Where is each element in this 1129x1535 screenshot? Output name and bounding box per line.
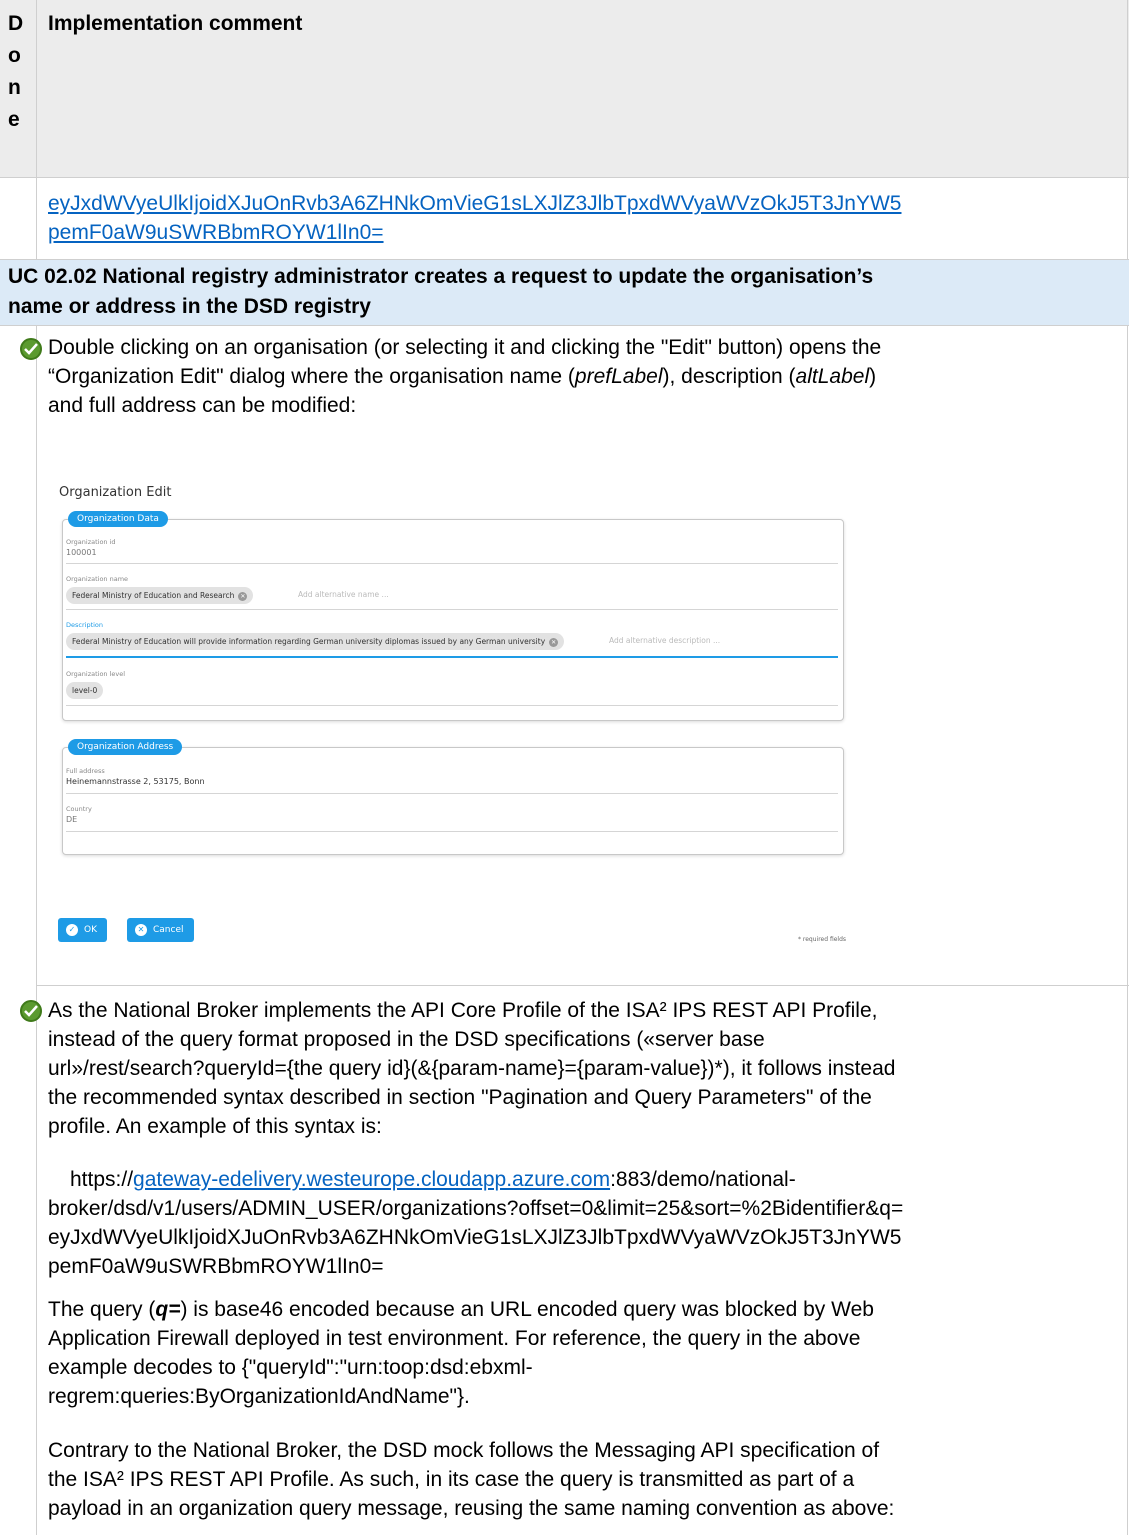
item2-paragraph-3: The query (q=) is base46 encoded because… (48, 1295, 1124, 1411)
text-fragment: ) (869, 365, 877, 388)
field-underline (66, 609, 838, 610)
field-label: Description (66, 621, 104, 629)
section-legend: Organization Address (68, 739, 183, 755)
table-right-border (1127, 0, 1128, 1535)
field-label: Full address (66, 767, 105, 775)
organization-data-section: Organization Data Organization id 100001… (62, 511, 844, 721)
full-address-field[interactable]: Heinemannstrasse 2, 53175, Bonn (66, 777, 205, 786)
pref-label-term: prefLabel (574, 365, 663, 388)
text-line: the recommended syntax described in sect… (48, 1086, 872, 1109)
focused-field-underline (66, 656, 838, 658)
chip-text: level-0 (72, 686, 98, 695)
field-underline (66, 793, 838, 794)
button-label: OK (84, 925, 97, 935)
organization-id-field: 100001 (66, 548, 97, 557)
done-letter: n (8, 76, 21, 99)
required-fields-note: * required fields (798, 936, 847, 943)
text-line: Application Firewall deployed in test en… (48, 1327, 861, 1350)
text-line: and full address can be modified: (48, 394, 357, 417)
item2-paragraph-1: As the National Broker implements the AP… (48, 996, 1124, 1141)
query-link-line[interactable]: pemF0aW9uSWRBbmROYW1lIn0= (48, 221, 384, 244)
chip-text: Federal Ministry of Education will provi… (72, 637, 546, 646)
column-divider (36, 325, 37, 1535)
url-line: pemF0aW9uSWRBbmROYW1lIn0= (48, 1255, 384, 1278)
gateway-link[interactable]: gateway-edelivery.westeurope.cloudapp.az… (133, 1168, 610, 1191)
text-fragment: The query ( (48, 1298, 156, 1321)
field-label: Organization id (66, 538, 116, 546)
alt-label-term: altLabel (795, 365, 870, 388)
example-url: https://gateway-edelivery.westeurope.clo… (48, 1165, 1124, 1281)
button-label: Cancel (153, 925, 184, 935)
organization-edit-dialog: Organization Edit Organization Data Orga… (48, 470, 890, 960)
alt-name-input[interactable]: Add alternative name ... (298, 590, 389, 599)
field-underline (66, 563, 838, 564)
cancel-icon: ✕ (135, 923, 147, 936)
text-line: As the National Broker implements the AP… (48, 999, 878, 1022)
remove-chip-icon[interactable]: ✕ (238, 591, 248, 601)
use-case-title-line: UC 02.02 National registry administrator… (8, 265, 874, 288)
row-divider (36, 985, 1129, 986)
alt-description-input[interactable]: Add alternative description ... (609, 636, 720, 645)
item2-paragraph-4: Contrary to the National Broker, the DSD… (48, 1436, 1124, 1523)
text-line: the ISA² IPS REST API Profile. As such, … (48, 1468, 855, 1491)
field-underline (66, 705, 838, 706)
field-label: Organization level (66, 670, 126, 678)
use-case-title: UC 02.02 National registry administrator… (8, 262, 1118, 322)
text-fragment: ), description ( (662, 365, 796, 388)
check-circle-icon (20, 1000, 42, 1022)
dialog-title: Organization Edit (59, 485, 172, 500)
url-line: eyJxdWVyeUlkIjoidXJuOnRvb3A6ZHNkOmVieG1s… (48, 1226, 902, 1249)
text-line: url»/rest/search?queryId={the query id}(… (48, 1057, 896, 1080)
text-line: payload in an organization query message… (48, 1497, 895, 1520)
text-line: profile. An example of this syntax is: (48, 1115, 382, 1138)
ok-button[interactable]: ✓ OK (58, 918, 107, 942)
description-chip[interactable]: Federal Ministry of Education will provi… (66, 633, 565, 650)
name-chip[interactable]: Federal Ministry of Education and Resear… (66, 587, 254, 604)
done-column-header: D o n e (8, 8, 28, 136)
requirements-table: D o n e Implementation comment eyJxdWVye… (0, 0, 1129, 1535)
row-divider (0, 325, 1129, 326)
query-param-term: q= (155, 1298, 181, 1321)
chip-text: Federal Ministry of Education and Resear… (72, 591, 235, 600)
done-letter: o (8, 44, 21, 67)
table-header-row: D o n e Implementation comment (0, 0, 1129, 177)
text-line: regrem:queries:ByOrganizationIdAndName"}… (48, 1385, 470, 1408)
query-link-line[interactable]: eyJxdWVyeUlkIjoidXJuOnRvb3A6ZHNkOmVieG1s… (48, 192, 901, 215)
text-fragment: ) is base46 encoded because an URL encod… (180, 1298, 874, 1321)
row-divider (0, 177, 1129, 178)
text-line: “Organization Edit" dialog where the org… (48, 365, 575, 388)
text-line: example decodes to {"queryId":"urn:toop:… (48, 1356, 533, 1379)
cancel-button[interactable]: ✕ Cancel (127, 918, 194, 942)
text-line: Double clicking on an organisation (or s… (48, 336, 882, 359)
item1-description: Double clicking on an organisation (or s… (48, 333, 1124, 420)
field-label: Country (66, 805, 92, 813)
done-letter: D (8, 12, 24, 35)
url-fragment: :883/demo/national- (610, 1168, 796, 1191)
field-label: Organization name (66, 575, 129, 583)
implementation-comment-header: Implementation comment (48, 12, 303, 35)
check-icon: ✓ (66, 923, 78, 936)
url-fragment: https:// (70, 1168, 134, 1191)
section-legend: Organization Data (68, 511, 168, 527)
url-line: broker/dsd/v1/users/ADMIN_USER/organizat… (48, 1197, 904, 1220)
column-divider (36, 0, 37, 259)
done-letter: e (8, 108, 20, 131)
organization-address-section: Organization Address Full address Heinem… (62, 739, 844, 855)
level-chip: level-0 (66, 682, 104, 699)
text-line: instead of the query format proposed in … (48, 1028, 765, 1051)
encoded-query-link[interactable]: eyJxdWVyeUlkIjoidXJuOnRvb3A6ZHNkOmVieG1s… (48, 189, 1124, 247)
use-case-title-line: name or address in the DSD registry (8, 295, 371, 318)
row-divider (0, 259, 1129, 260)
check-circle-icon (20, 338, 42, 360)
remove-chip-icon[interactable]: ✕ (549, 637, 559, 647)
text-line: Contrary to the National Broker, the DSD… (48, 1439, 880, 1462)
field-underline (66, 831, 838, 832)
country-field: DE (66, 815, 78, 824)
